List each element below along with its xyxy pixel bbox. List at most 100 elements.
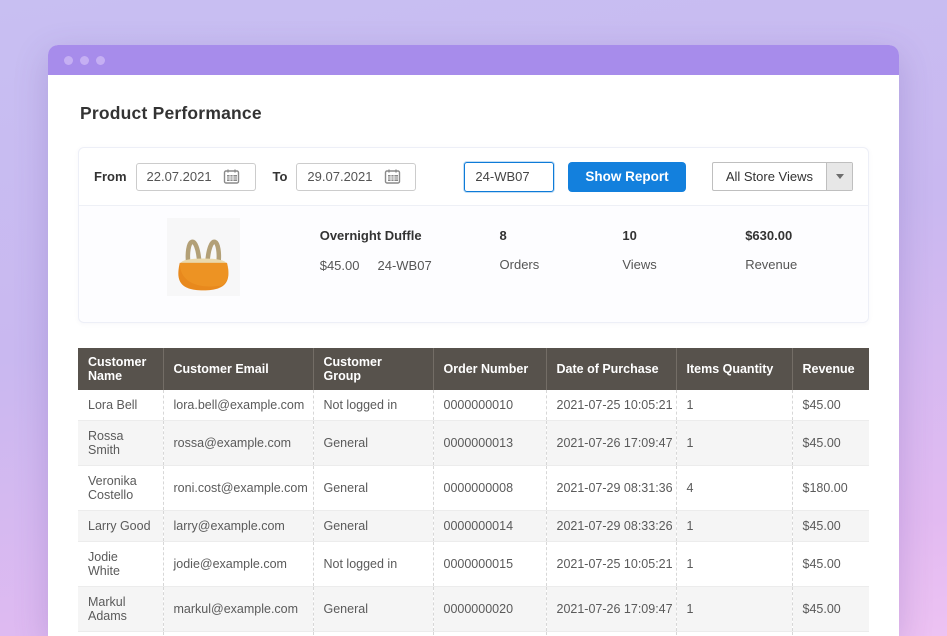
product-image — [167, 218, 240, 296]
product-name: Overnight Duffle — [320, 228, 500, 243]
table-body: Lora Belllora.bell@example.comNot logged… — [78, 390, 869, 636]
from-date-input[interactable] — [137, 169, 219, 184]
table-cell: 0000000020 — [433, 587, 546, 632]
calendar-icon[interactable] — [379, 164, 405, 190]
report-filter-panel: From — [78, 147, 869, 323]
app-window: Product Performance From — [48, 45, 899, 636]
filter-row: From — [79, 148, 868, 206]
table-row: Rossa Smithrossa@example.comGeneral00000… — [78, 421, 869, 466]
table-cell: Veronika Costello — [78, 466, 163, 511]
table-cell: markul@example.com — [163, 587, 313, 632]
table-cell: 1 — [676, 390, 792, 421]
table-cell: 0000000015 — [433, 542, 546, 587]
window-control-dot[interactable] — [80, 56, 89, 65]
product-summary-row: Overnight Duffle $45.0024-WB07 8 Orders … — [79, 206, 868, 322]
from-date-field — [136, 163, 256, 191]
revenue-stat: $630.00 Revenue — [745, 218, 868, 272]
product-price: $45.00 — [320, 258, 360, 273]
table-cell: $45.00 — [792, 511, 869, 542]
column-header[interactable]: Revenue — [792, 348, 869, 390]
table-cell: rossa@example.com — [163, 421, 313, 466]
desktop-background: Product Performance From — [0, 0, 947, 636]
views-value: 10 — [622, 228, 745, 243]
window-control-dot[interactable] — [96, 56, 105, 65]
orders-label: Orders — [500, 257, 623, 272]
table-cell: Rossa Smith — [78, 421, 163, 466]
product-info: Overnight Duffle $45.00 24-WB07 — [320, 218, 500, 273]
table-cell: 1 — [676, 421, 792, 466]
views-label: Views — [622, 257, 745, 272]
table-cell: 2021-07-25 10:05:21 — [546, 390, 676, 421]
table-cell: 0000000010 — [433, 390, 546, 421]
table-cell: 2021-07-29 08:31:36 — [546, 632, 676, 636]
orders-value: 8 — [500, 228, 623, 243]
table-cell: Larry Good — [78, 511, 163, 542]
orders-stat: 8 Orders — [500, 218, 623, 272]
table-cell: 0000000014 — [433, 511, 546, 542]
table-row: Jodie Whitejodie@example.comNot logged i… — [78, 542, 869, 587]
product-sku-input[interactable] — [465, 169, 553, 184]
table-cell: General — [313, 511, 433, 542]
to-date-input[interactable] — [297, 169, 379, 184]
table-cell: Lora Bell — [78, 390, 163, 421]
table-cell: jodie@example.com — [163, 542, 313, 587]
table-row: Mark Johnsonjohnson@example.comGeneral00… — [78, 632, 869, 636]
table-cell: $45.00 — [792, 542, 869, 587]
table-cell: 2021-07-26 17:09:47 — [546, 421, 676, 466]
product-sku: 24-WB07 — [377, 258, 431, 273]
store-view-select[interactable]: All Store Views — [712, 162, 853, 191]
table-cell: 0000000008 — [433, 466, 546, 511]
table-cell: 2021-07-29 08:33:26 — [546, 511, 676, 542]
table-cell: 1 — [676, 587, 792, 632]
revenue-value: $630.00 — [745, 228, 868, 243]
column-header[interactable]: Date of Purchase — [546, 348, 676, 390]
table-cell: $45.00 — [792, 421, 869, 466]
table-cell: 2021-07-25 10:05:21 — [546, 542, 676, 587]
to-date-field — [296, 163, 416, 191]
table-cell: lora.bell@example.com — [163, 390, 313, 421]
table-cell: 4 — [676, 632, 792, 636]
table-cell: Jodie White — [78, 542, 163, 587]
table-cell: Mark Johnson — [78, 632, 163, 636]
window-control-dot[interactable] — [64, 56, 73, 65]
table-cell: $45.00 — [792, 390, 869, 421]
page-title: Product Performance — [80, 103, 869, 124]
table-cell: 4 — [676, 466, 792, 511]
table-row: Markul Adamsmarkul@example.comGeneral000… — [78, 587, 869, 632]
table-cell: 1 — [676, 511, 792, 542]
table-cell: larry@example.com — [163, 511, 313, 542]
column-header[interactable]: Customer Group — [313, 348, 433, 390]
page-content: Product Performance From — [48, 103, 899, 636]
table-cell: General — [313, 466, 433, 511]
table-cell: General — [313, 421, 433, 466]
table-cell: 2021-07-29 08:31:36 — [546, 466, 676, 511]
calendar-icon[interactable] — [219, 164, 245, 190]
table-row: Veronika Costelloroni.cost@example.comGe… — [78, 466, 869, 511]
table-cell: $180.00 — [792, 466, 869, 511]
table-cell: Not logged in — [313, 390, 433, 421]
table-cell: roni.cost@example.com — [163, 466, 313, 511]
column-header[interactable]: Items Quantity — [676, 348, 792, 390]
table-cell: 0000000013 — [433, 421, 546, 466]
views-stat: 10 Views — [622, 218, 745, 272]
from-label: From — [94, 169, 127, 184]
column-header[interactable]: Order Number — [433, 348, 546, 390]
column-header[interactable]: Customer Name — [78, 348, 163, 390]
show-report-button[interactable]: Show Report — [568, 162, 685, 192]
to-label: To — [273, 169, 288, 184]
chevron-down-icon[interactable] — [826, 163, 852, 190]
table-cell: 0000000023 — [433, 632, 546, 636]
table-row: Larry Goodlarry@example.comGeneral000000… — [78, 511, 869, 542]
revenue-label: Revenue — [745, 257, 868, 272]
table-cell: 1 — [676, 542, 792, 587]
table-cell: $45.00 — [792, 587, 869, 632]
window-titlebar — [48, 45, 899, 75]
orders-table: Customer NameCustomer EmailCustomer Grou… — [78, 348, 869, 636]
table-cell: 2021-07-26 17:09:47 — [546, 587, 676, 632]
table-cell: General — [313, 587, 433, 632]
column-header[interactable]: Customer Email — [163, 348, 313, 390]
product-sku-field — [464, 162, 554, 192]
table-cell: $180.00 — [792, 632, 869, 636]
table-cell: General — [313, 632, 433, 636]
table-header-row: Customer NameCustomer EmailCustomer Grou… — [78, 348, 869, 390]
